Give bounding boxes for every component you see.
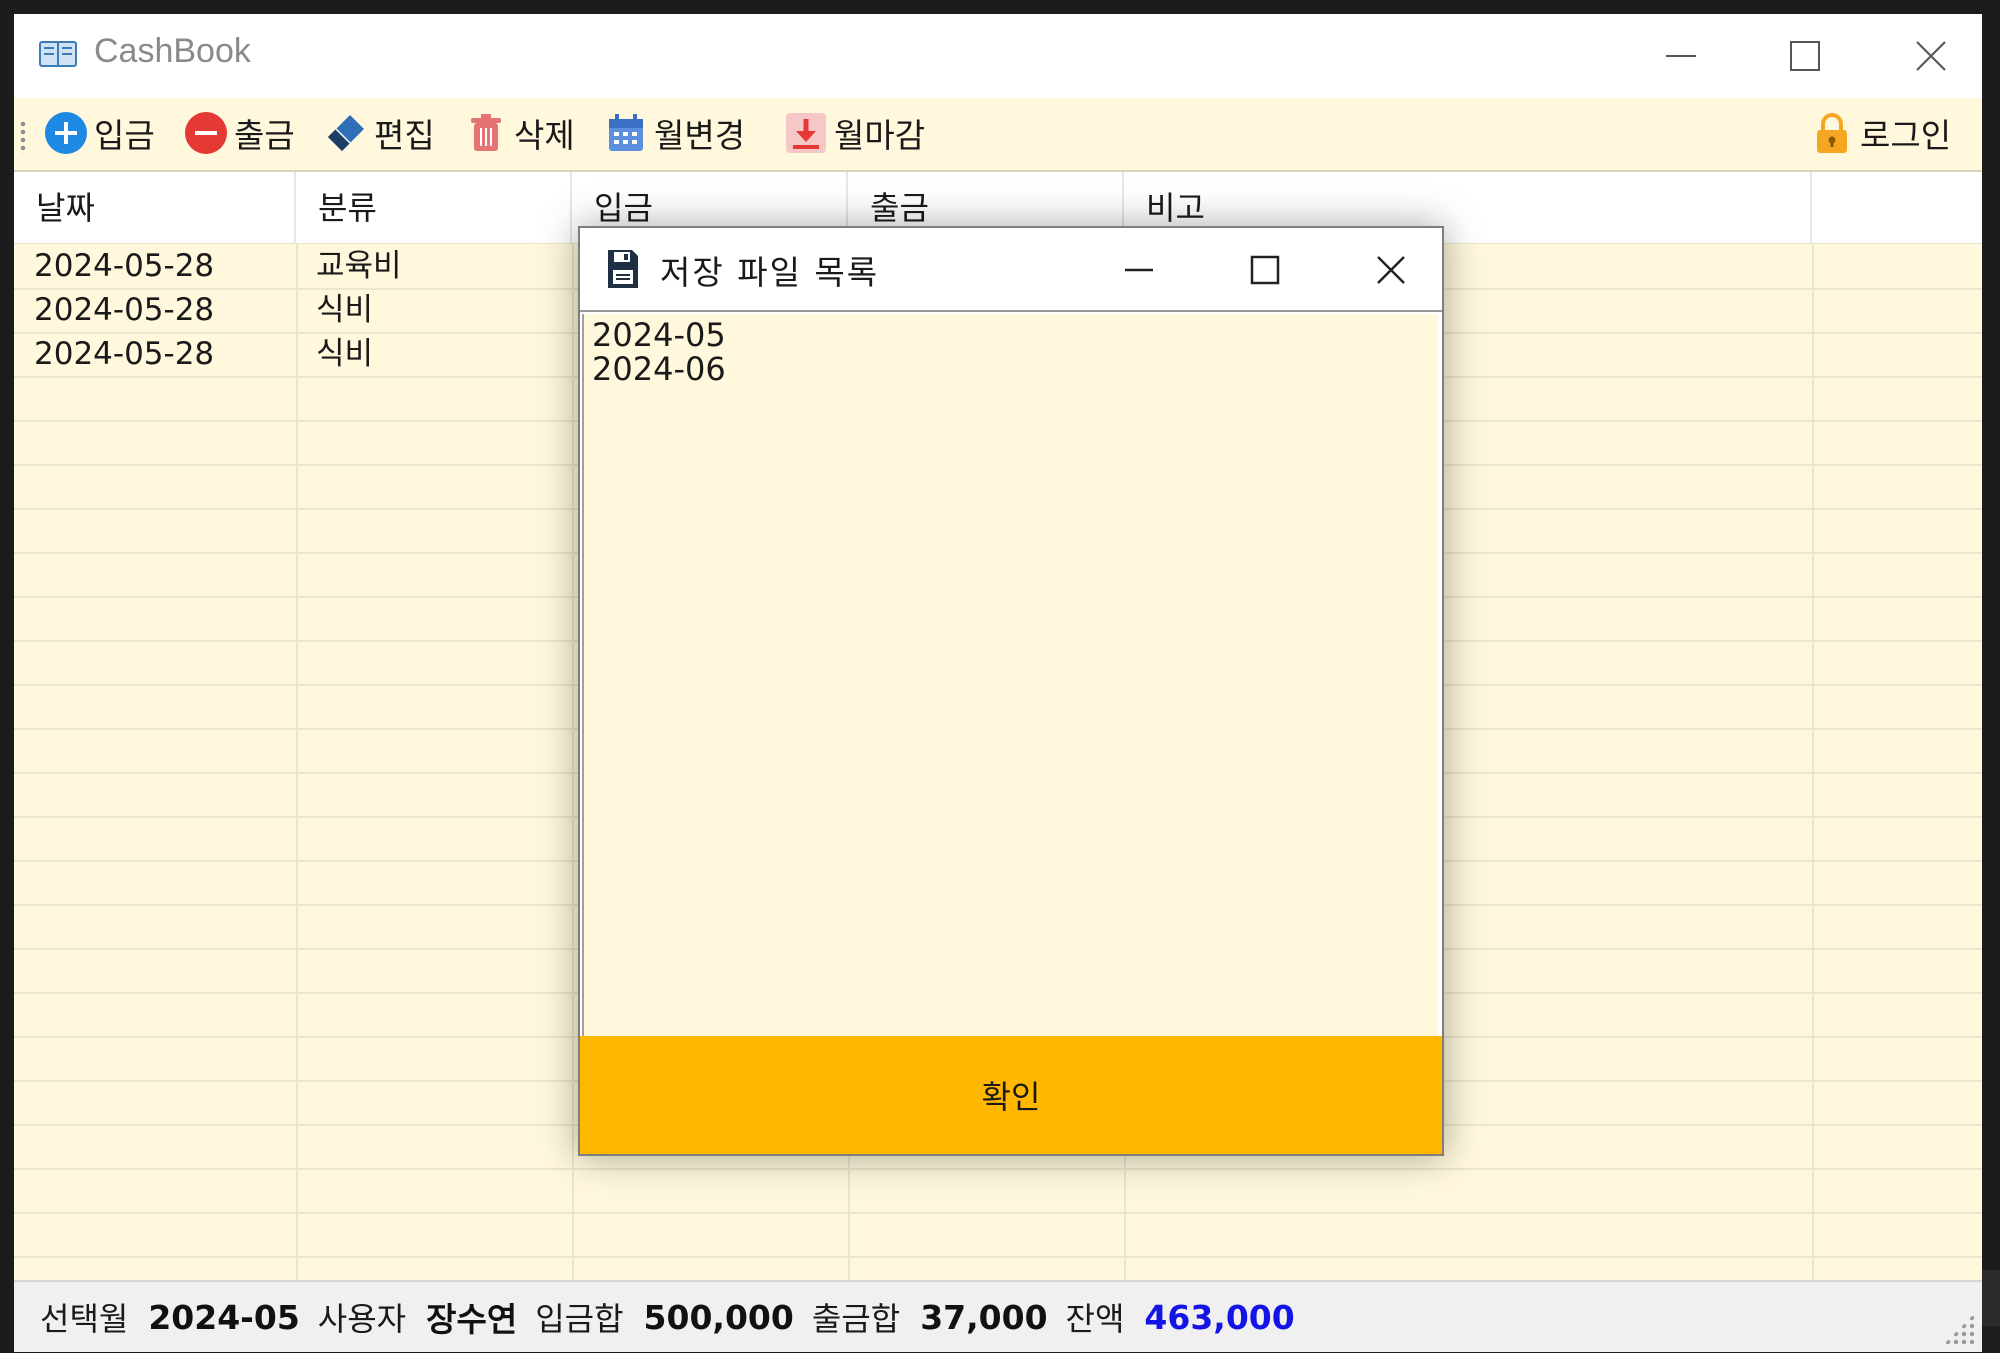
title-bar[interactable]: CashBook [14, 14, 1982, 98]
withdraw-button[interactable]: 출금 [184, 108, 295, 158]
confirm-button[interactable]: 확인 [580, 1036, 1442, 1154]
maximize-icon [1250, 255, 1280, 285]
eraser-icon [328, 115, 364, 151]
deposit-button[interactable]: 입금 [44, 108, 155, 158]
cell-category: 식비 [316, 292, 374, 328]
expense-total-value: 37,000 [920, 1297, 1048, 1337]
floppy-disk-icon [608, 250, 638, 288]
trash-icon [471, 114, 501, 151]
saved-files-dialog: 저장 파일 목록 2024-05 2024-06 확인 [578, 226, 1444, 1156]
edit-button[interactable]: 편집 [324, 108, 435, 158]
dialog-close-button[interactable] [1336, 228, 1446, 312]
list-item[interactable]: 2024-05 [592, 318, 1430, 352]
maximize-button[interactable] [1742, 14, 1867, 98]
login-label: 로그인 [1860, 116, 1952, 155]
cell-date: 2024-05-28 [34, 336, 215, 372]
toolbar-grip[interactable] [20, 120, 26, 154]
change-month-label: 월변경 [654, 116, 746, 155]
resize-grip[interactable] [1944, 1314, 1974, 1344]
lock-icon [1817, 113, 1847, 153]
maximize-icon [1789, 41, 1820, 71]
minimize-button[interactable] [1618, 14, 1743, 98]
cell-date: 2024-05-28 [34, 292, 215, 328]
cell-category: 교육비 [316, 248, 402, 284]
balance-value: 463,000 [1144, 1297, 1295, 1337]
change-month-button[interactable]: 월변경 [604, 108, 745, 158]
delete-label: 삭제 [514, 116, 575, 155]
minus-circle-icon [185, 112, 227, 154]
column-header-category[interactable]: 분류 [296, 172, 572, 244]
balance-label: 잔액 [1065, 1300, 1125, 1338]
minimize-icon [1665, 55, 1696, 57]
status-bar: 선택월 2024-05 사용자 장수연 입금합 500,000 출금합 37,0… [14, 1280, 1982, 1352]
income-total-label: 입금합 [535, 1300, 624, 1338]
delete-button[interactable]: 삭제 [464, 108, 575, 158]
window-title: CashBook [94, 32, 251, 70]
month-close-button[interactable]: 월마감 [784, 108, 925, 158]
edit-label: 편집 [374, 116, 435, 155]
download-icon [786, 113, 826, 153]
dialog-title-bar[interactable]: 저장 파일 목록 [580, 228, 1442, 312]
cell-date: 2024-05-28 [34, 248, 215, 284]
calendar-icon [609, 114, 643, 151]
month-close-label: 월마감 [834, 116, 926, 155]
column-header-date[interactable]: 날짜 [14, 172, 296, 244]
plus-circle-icon [45, 112, 87, 154]
dialog-minimize-button[interactable] [1084, 228, 1194, 312]
user-label: 사용자 [317, 1300, 407, 1338]
dialog-title: 저장 파일 목록 [660, 253, 880, 292]
minimize-icon [1125, 268, 1153, 272]
close-icon [1377, 256, 1405, 284]
book-icon [39, 41, 77, 67]
user-value: 장수연 [426, 1300, 518, 1339]
close-button[interactable] [1868, 14, 1982, 98]
close-icon [1915, 41, 1946, 71]
list-item[interactable]: 2024-06 [592, 352, 1430, 386]
row-divider [14, 1168, 1982, 1170]
column-header-filler [1812, 172, 1982, 244]
login-button[interactable]: 로그인 [1810, 108, 1951, 158]
selected-month-label: 선택월 [40, 1300, 129, 1338]
income-total-value: 500,000 [643, 1297, 794, 1337]
deposit-label: 입금 [94, 116, 155, 155]
saved-files-list[interactable]: 2024-05 2024-06 [582, 314, 1438, 1036]
toolbar: 입금 출금 편집 삭제 월변경 월마감 로그인 [14, 98, 1982, 172]
cell-category: 식비 [316, 336, 374, 372]
expense-total-label: 출금합 [811, 1300, 901, 1338]
row-divider [14, 1256, 1982, 1258]
cashbook-window: CashBook 입금 출금 편집 삭제 월변경 월마감 로그인 날짜 분류 입… [14, 14, 1982, 1352]
withdraw-label: 출금 [234, 116, 295, 155]
row-divider [14, 1212, 1982, 1214]
selected-month-value: 2024-05 [148, 1297, 300, 1337]
dialog-maximize-button[interactable] [1210, 228, 1320, 312]
